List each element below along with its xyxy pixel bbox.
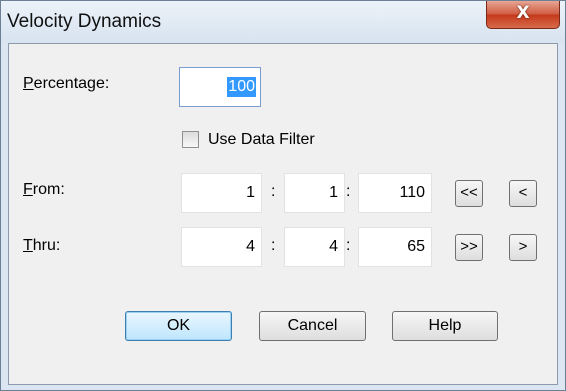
from-beat-field[interactable]: 1 <box>284 173 345 213</box>
title-bar[interactable]: Velocity Dynamics X <box>1 1 565 43</box>
ok-button[interactable]: OK <box>125 311 232 341</box>
window-title: Velocity Dynamics <box>7 11 162 32</box>
thru-tick-field[interactable]: 65 <box>358 227 432 267</box>
percentage-value: 100 <box>227 77 256 97</box>
previous-button[interactable]: < <box>509 180 537 207</box>
thru-label: Thru: <box>23 237 61 254</box>
go-to-end-button[interactable]: >> <box>455 234 483 261</box>
close-icon: X <box>516 3 530 23</box>
thru-beat-field[interactable]: 4 <box>284 227 345 267</box>
thru-bar-field[interactable]: 4 <box>181 227 262 267</box>
percentage-input[interactable]: 100 <box>179 67 261 107</box>
from-tick-field[interactable]: 110 <box>358 173 432 213</box>
cancel-button[interactable]: Cancel <box>259 311 366 341</box>
go-to-start-button[interactable]: << <box>455 180 483 207</box>
from-separator-2: : <box>346 183 351 200</box>
from-separator-1: : <box>271 183 276 200</box>
dialog-window: Velocity Dynamics X Percentage: 100 Use … <box>0 0 566 391</box>
help-button[interactable]: Help <box>392 311 498 341</box>
next-button[interactable]: > <box>509 234 537 261</box>
from-bar-field[interactable]: 1 <box>181 173 262 213</box>
thru-separator-2: : <box>346 237 351 254</box>
from-label: From: <box>23 181 65 198</box>
use-data-filter-checkbox[interactable] <box>182 131 199 148</box>
percentage-label: Percentage: <box>23 75 110 92</box>
close-button[interactable]: X <box>486 1 560 29</box>
use-data-filter-label[interactable]: Use Data Filter <box>208 131 315 149</box>
thru-separator-1: : <box>271 237 276 254</box>
